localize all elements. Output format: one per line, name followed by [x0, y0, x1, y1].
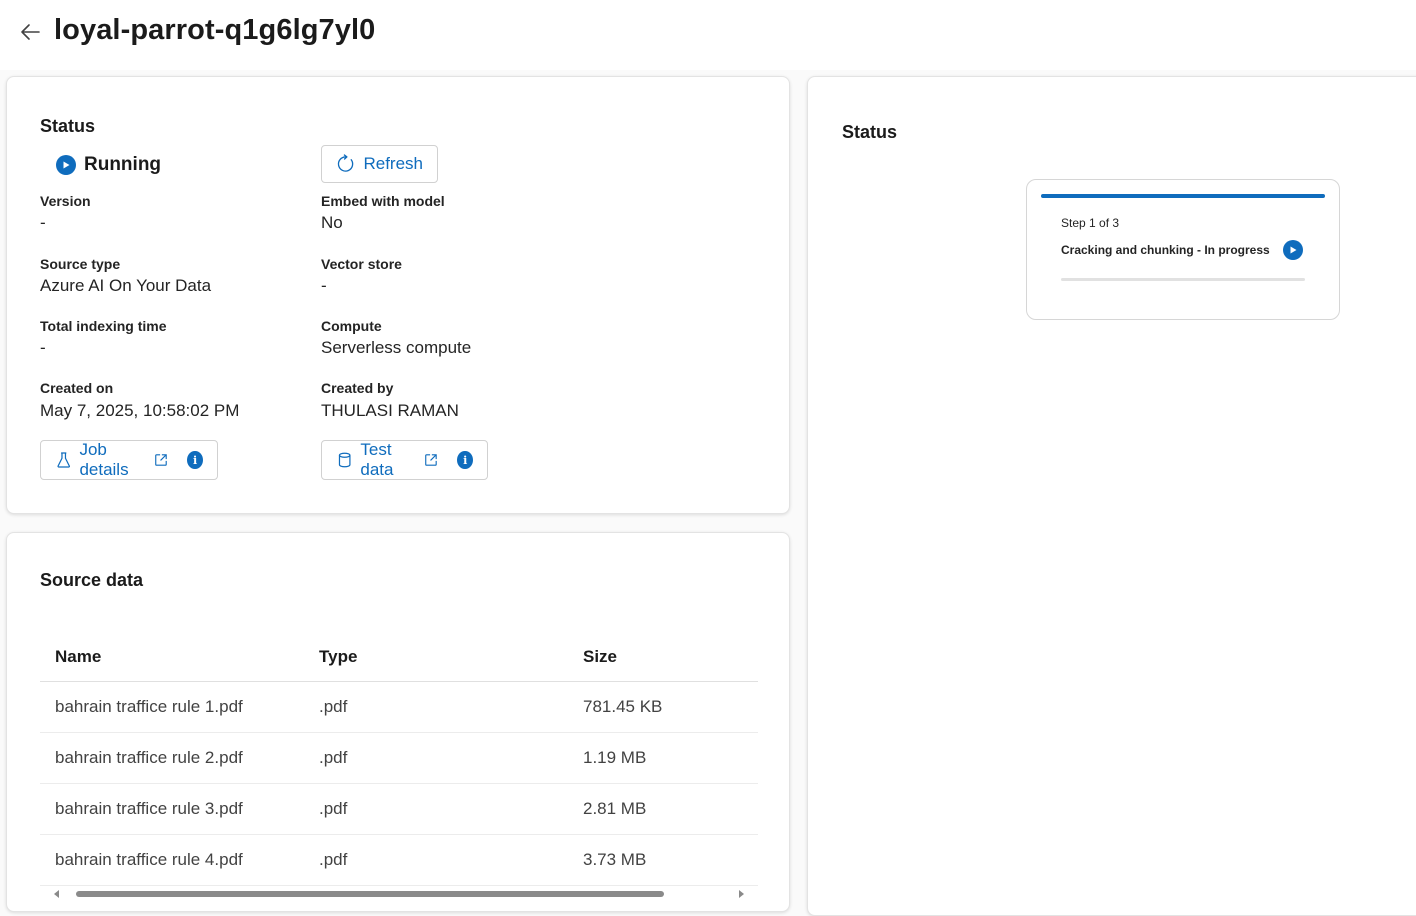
refresh-button[interactable]: Refresh: [321, 145, 438, 183]
source-type-label: Source type: [40, 256, 121, 272]
cell-type: .pdf: [304, 681, 568, 733]
scroll-right-icon[interactable]: [736, 889, 746, 899]
play-circle-icon: [56, 155, 76, 175]
step-number: Step 1 of 3: [1061, 216, 1120, 230]
vector-store-label: Vector store: [321, 256, 402, 272]
info-icon[interactable]: i: [187, 451, 203, 469]
refresh-icon: [337, 154, 354, 172]
page-title: loyal-parrot-q1g6lg7yl0: [54, 14, 376, 46]
vector-store-value: -: [321, 276, 327, 295]
cell-type: .pdf: [304, 732, 568, 784]
cell-size: 2.81 MB: [568, 783, 758, 835]
column-header-size[interactable]: Size: [568, 633, 758, 682]
cell-name: bahrain traffice rule 1.pdf: [40, 681, 304, 733]
cell-type: .pdf: [304, 834, 568, 886]
cell-type: .pdf: [304, 783, 568, 835]
source-data-card: Source data Name Type Size bahrain traff…: [6, 532, 790, 912]
source-type-value: Azure AI On Your Data: [40, 276, 212, 295]
column-header-name[interactable]: Name: [40, 633, 304, 682]
version-value: -: [40, 213, 46, 232]
arrow-left-icon: [21, 24, 40, 40]
created-on-value: May 7, 2025, 10:58:02 PM: [40, 401, 240, 420]
table-row[interactable]: bahrain traffice rule 4.pdf .pdf 3.73 MB: [40, 834, 758, 886]
info-icon[interactable]: i: [457, 451, 473, 469]
compute-label: Compute: [321, 318, 382, 334]
open-external-icon: [155, 454, 168, 466]
cell-name: bahrain traffice rule 4.pdf: [40, 834, 304, 886]
table-header-row: Name Type Size: [40, 633, 758, 682]
created-by-label: Created by: [321, 380, 394, 396]
table-row[interactable]: bahrain traffice rule 2.pdf .pdf 1.19 MB: [40, 732, 758, 784]
job-details-label: Job details: [79, 440, 129, 479]
running-status: Running: [56, 154, 161, 176]
step-accent-bar: [1041, 194, 1325, 198]
source-data-table: Name Type Size bahrain traffice rule 1.p…: [40, 633, 758, 886]
step-description: Cracking and chunking - In progress: [1061, 243, 1270, 257]
source-data-title: Source data: [40, 570, 144, 590]
status-panel-title: Status: [842, 122, 898, 142]
scroll-left-icon[interactable]: [52, 889, 62, 899]
cell-name: bahrain traffice rule 2.pdf: [40, 732, 304, 784]
cell-name: bahrain traffice rule 3.pdf: [40, 783, 304, 835]
job-details-button[interactable]: Job details i: [40, 440, 218, 480]
flask-icon: [57, 452, 71, 468]
status-panel: Status Step 1 of 3 Cracking and chunking…: [807, 76, 1416, 916]
play-circle-icon: [1283, 240, 1303, 260]
status-card: Status Running Refresh Version - Embed w…: [6, 76, 790, 514]
page-header: loyal-parrot-q1g6lg7yl0: [0, 0, 1416, 70]
indexing-time-value: -: [40, 338, 46, 357]
column-header-type[interactable]: Type: [304, 633, 568, 682]
refresh-label: Refresh: [363, 154, 423, 173]
cell-size: 1.19 MB: [568, 732, 758, 784]
created-on-label: Created on: [40, 380, 114, 396]
running-label: Running: [84, 154, 162, 175]
step-progress-track: [1061, 278, 1305, 281]
indexing-time-label: Total indexing time: [40, 318, 167, 334]
test-data-button[interactable]: Test data i: [321, 440, 488, 480]
embed-model-value: No: [321, 213, 343, 232]
test-data-label: Test data: [360, 440, 394, 479]
table-row[interactable]: bahrain traffice rule 1.pdf .pdf 781.45 …: [40, 681, 758, 733]
table-row[interactable]: bahrain traffice rule 3.pdf .pdf 2.81 MB: [40, 783, 758, 835]
open-external-icon: [425, 454, 438, 466]
version-label: Version: [40, 193, 91, 209]
compute-value: Serverless compute: [321, 338, 472, 357]
status-title: Status: [40, 116, 96, 136]
embed-model-label: Embed with model: [321, 193, 445, 209]
back-button[interactable]: [16, 18, 44, 46]
step-card: Step 1 of 3 Cracking and chunking - In p…: [1026, 179, 1340, 320]
database-icon: [338, 452, 351, 468]
cell-size: 3.73 MB: [568, 834, 758, 886]
cell-size: 781.45 KB: [568, 681, 758, 733]
created-by-value: THULASI RAMAN: [321, 401, 459, 420]
horizontal-scrollbar[interactable]: [40, 889, 758, 899]
scrollbar-thumb[interactable]: [76, 891, 664, 897]
